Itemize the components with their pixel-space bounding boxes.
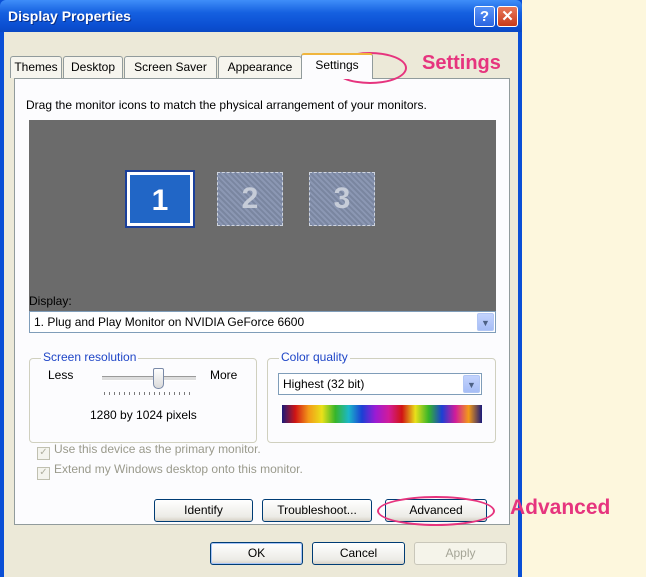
resolution-more-label: More	[210, 368, 238, 382]
extend-desktop-label: Extend my Windows desktop onto this moni…	[54, 462, 303, 476]
tab-screen-saver[interactable]: Screen Saver	[124, 56, 217, 78]
display-select-value: 1. Plug and Play Monitor on NVIDIA GeFor…	[34, 315, 305, 329]
color-quality-value: Highest (32 bit)	[283, 377, 365, 391]
tab-themes[interactable]: Themes	[10, 56, 62, 78]
resolution-value-text: 1280 by 1024 pixels	[90, 408, 197, 422]
extend-desktop-checkbox[interactable]: ✓ Extend my Windows desktop onto this mon…	[37, 462, 303, 480]
title-bar[interactable]: Display Properties ? ✕	[0, 0, 522, 32]
identify-button[interactable]: Identify	[154, 499, 253, 522]
checkbox-icon[interactable]: ✓	[37, 467, 50, 480]
chevron-down-icon[interactable]: ▼	[477, 313, 494, 331]
advanced-highlight-ellipse	[377, 496, 495, 526]
instruction-text: Drag the monitor icons to match the phys…	[26, 98, 427, 112]
settings-callout: Settings	[422, 52, 501, 74]
primary-monitor-checkbox[interactable]: ✓ Use this device as the primary monitor.	[37, 442, 261, 460]
troubleshoot-button[interactable]: Troubleshoot...	[262, 499, 372, 522]
resolution-slider-track[interactable]	[102, 376, 196, 381]
advanced-callout: Advanced	[510, 496, 611, 519]
display-properties-window: Display Properties ? ✕ Themes Desktop Sc…	[0, 0, 522, 577]
monitor-3-icon[interactable]: 3	[309, 172, 375, 226]
apply-button[interactable]: Apply	[414, 542, 507, 565]
color-spectrum-bar	[282, 405, 482, 423]
checkbox-icon[interactable]: ✓	[37, 447, 50, 460]
color-quality-group	[267, 358, 496, 443]
resolution-slider-thumb[interactable]	[153, 368, 164, 389]
cancel-button[interactable]: Cancel	[312, 542, 405, 565]
color-quality-legend: Color quality	[279, 350, 350, 364]
resolution-slider-ticks	[104, 392, 194, 395]
display-select[interactable]: 1. Plug and Play Monitor on NVIDIA GeFor…	[29, 311, 496, 333]
display-label: Display:	[29, 294, 72, 308]
tab-desktop[interactable]: Desktop	[63, 56, 123, 78]
close-button[interactable]: ✕	[497, 6, 518, 27]
monitor-1-icon[interactable]: 1	[125, 170, 195, 228]
tab-settings[interactable]: Settings	[301, 53, 373, 79]
color-quality-select[interactable]: Highest (32 bit) ▼	[278, 373, 482, 395]
window-title: Display Properties	[8, 8, 131, 24]
monitor-2-icon[interactable]: 2	[217, 172, 283, 226]
ok-button[interactable]: OK	[210, 542, 303, 565]
resolution-less-label: Less	[48, 368, 74, 382]
help-button[interactable]: ?	[474, 6, 495, 27]
monitor-arrangement-area[interactable]: 1 2 3	[29, 120, 496, 314]
tab-appearance[interactable]: Appearance	[218, 56, 302, 78]
primary-monitor-label: Use this device as the primary monitor.	[54, 442, 261, 456]
screen-resolution-legend: Screen resolution	[41, 350, 139, 364]
chevron-down-icon[interactable]: ▼	[463, 375, 480, 393]
